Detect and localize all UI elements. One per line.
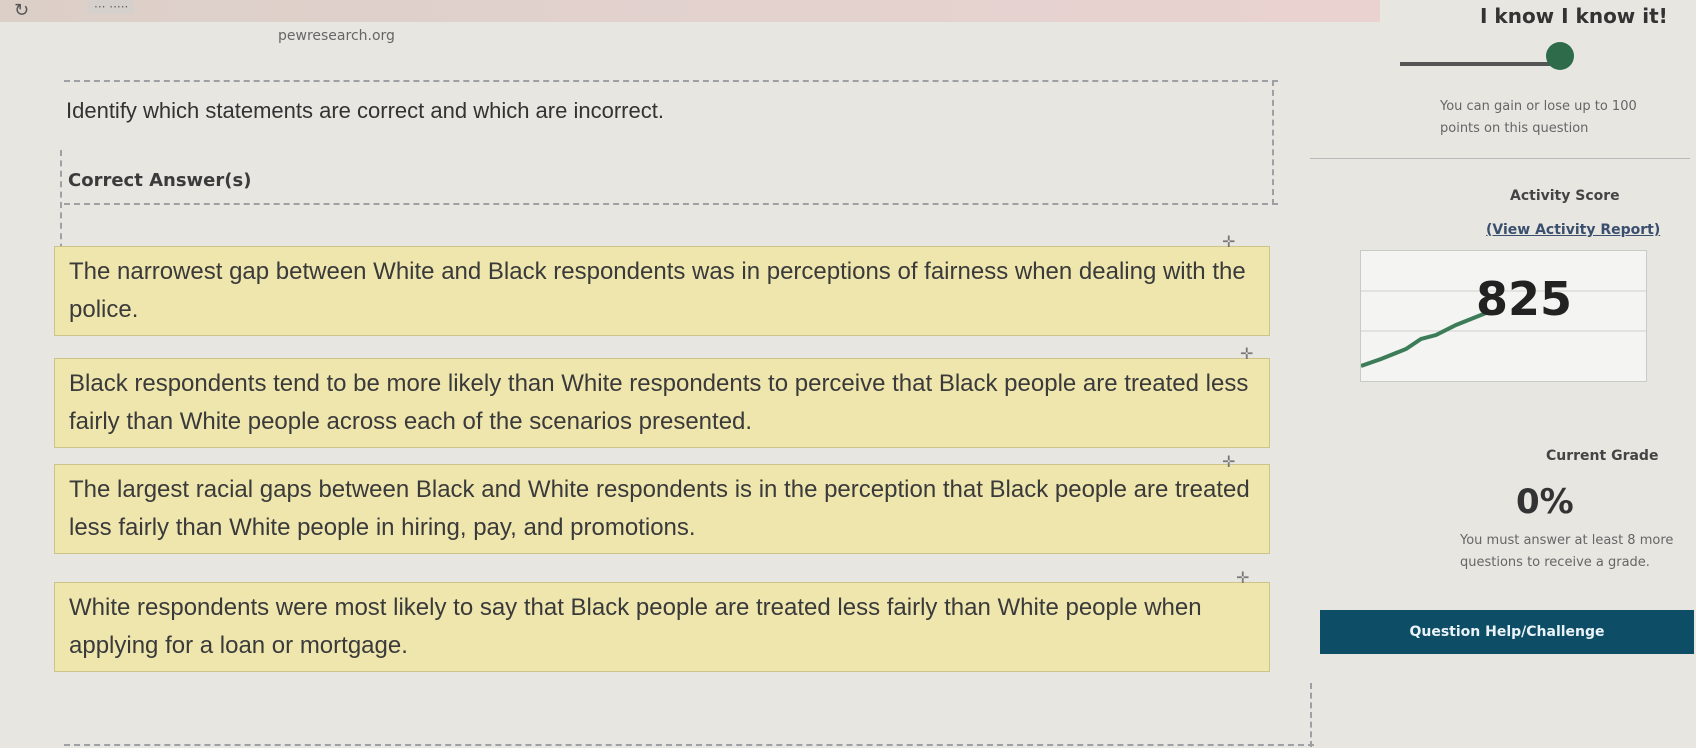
question-prompt: Identify which statements are correct an… <box>66 98 664 123</box>
drop-zone-border <box>64 744 1314 746</box>
statement-card[interactable]: White respondents were most likely to sa… <box>54 582 1270 672</box>
current-grade-value: 0% <box>1516 482 1574 522</box>
url-text[interactable]: pewresearch.org <box>278 28 395 44</box>
section-divider <box>1310 158 1690 159</box>
drop-zone-border <box>1272 80 1274 205</box>
activity-score-label: Activity Score <box>1510 188 1620 204</box>
statement-text: White respondents were most likely to sa… <box>69 594 1202 659</box>
drag-handle-icon[interactable]: ✛ <box>1222 452 1235 471</box>
statement-card[interactable]: The narrowest gap between White and Blac… <box>54 246 1270 336</box>
drag-handle-icon[interactable]: ✛ <box>1236 568 1249 587</box>
browser-tab[interactable]: ··· ····· <box>88 0 135 14</box>
divider <box>64 80 1278 82</box>
current-grade-label: Current Grade <box>1546 448 1659 464</box>
refresh-icon[interactable]: ↻ <box>14 0 29 21</box>
statement-card[interactable]: Black respondents tend to be more likely… <box>54 358 1270 448</box>
progress-knob <box>1546 42 1574 70</box>
question-help-button[interactable]: Question Help/Challenge <box>1320 610 1694 654</box>
statement-card[interactable]: The largest racial gaps between Black an… <box>54 464 1270 554</box>
activity-score-value: 825 <box>1476 272 1573 326</box>
statement-text: The narrowest gap between White and Blac… <box>69 258 1246 323</box>
drag-handle-icon[interactable]: ✛ <box>1222 232 1235 251</box>
drop-zone-divider[interactable] <box>64 203 1278 205</box>
browser-toolbar <box>0 0 1380 22</box>
progress-track <box>1400 62 1558 66</box>
grade-note: You must answer at least 8 more question… <box>1460 533 1674 570</box>
sidebar-title: I know I know it! <box>1480 4 1668 28</box>
points-note: You can gain or lose up to 100 points on… <box>1440 99 1637 136</box>
drop-zone-border <box>60 150 62 260</box>
statement-text: The largest racial gaps between Black an… <box>69 476 1250 541</box>
view-activity-report-link[interactable]: (View Activity Report) <box>1486 222 1660 238</box>
drag-handle-icon[interactable]: ✛ <box>1240 344 1253 363</box>
correct-answers-label: Correct Answer(s) <box>68 170 252 191</box>
statement-text: Black respondents tend to be more likely… <box>69 370 1249 435</box>
drop-zone-border <box>1310 683 1312 747</box>
